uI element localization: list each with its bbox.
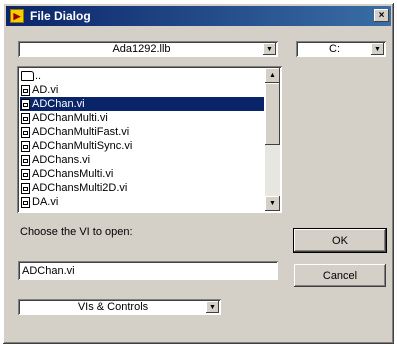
library-dropdown[interactable]: Ada1292.llb ▼ — [18, 41, 278, 57]
vi-file-icon — [21, 112, 30, 124]
list-item-label: ADChansMulti2D.vi — [32, 182, 128, 194]
chevron-down-icon[interactable]: ▼ — [206, 301, 219, 313]
vi-file-icon — [21, 182, 30, 194]
list-item-label: ADChansMulti.vi — [32, 168, 114, 180]
title-bar[interactable]: ▶ File Dialog × — [6, 6, 391, 26]
vi-file-icon — [21, 140, 30, 152]
vi-file-icon — [21, 196, 30, 208]
list-item-label: DA.vi — [32, 196, 59, 208]
chevron-down-icon[interactable]: ▼ — [371, 43, 384, 55]
vi-file-icon — [21, 154, 30, 166]
scroll-up-button[interactable]: ▲ — [265, 68, 280, 83]
list-item[interactable]: AD.vi — [20, 83, 264, 97]
scroll-thumb[interactable] — [265, 83, 280, 145]
labview-app-icon: ▶ — [10, 9, 24, 23]
file-list: .. AD.vi ADChan.vi ADChanMulti.vi ADChanMult… — [20, 69, 264, 209]
file-type-dropdown-value: VIs & Controls — [77, 301, 149, 313]
list-item[interactable]: DA.vi — [20, 195, 264, 209]
list-item[interactable]: ADChans.vi — [20, 153, 264, 167]
folder-icon — [21, 71, 34, 81]
vi-file-icon — [21, 168, 30, 180]
list-item[interactable]: ADChanMulti.vi — [20, 111, 264, 125]
close-button[interactable]: × — [374, 9, 389, 22]
list-item-label: .. — [35, 70, 42, 82]
vi-file-icon — [21, 126, 30, 138]
list-item-label: ADChanMulti.vi — [32, 112, 108, 124]
vi-file-icon — [21, 84, 30, 96]
file-type-dropdown[interactable]: VIs & Controls ▼ — [18, 299, 221, 315]
ok-button[interactable]: OK — [294, 229, 386, 252]
vertical-scrollbar[interactable]: ▲ ▼ — [265, 68, 280, 211]
cancel-button[interactable]: Cancel — [294, 264, 386, 287]
choose-prompt-label: Choose the VI to open: — [20, 226, 133, 238]
list-item[interactable]: ADChanMultiSync.vi — [20, 139, 264, 153]
list-item-label: ADChans.vi — [32, 154, 91, 166]
drive-dropdown-value: C: — [329, 43, 340, 55]
vi-file-icon — [21, 98, 30, 110]
list-item[interactable]: .. — [20, 69, 264, 83]
drive-dropdown[interactable]: C: ▼ — [296, 41, 386, 57]
list-item[interactable]: ADChan.vi — [20, 97, 264, 111]
list-item-label: ADChan.vi — [32, 98, 85, 110]
file-listbox[interactable]: .. AD.vi ADChan.vi ADChanMulti.vi ADChanMult… — [17, 66, 282, 213]
chevron-down-icon[interactable]: ▼ — [263, 43, 276, 55]
list-item[interactable]: ADChansMulti2D.vi — [20, 181, 264, 195]
list-item-label: ADChanMultiSync.vi — [32, 140, 133, 152]
window-title: File Dialog — [30, 9, 91, 23]
filename-input[interactable]: ADChan.vi — [18, 261, 278, 280]
library-dropdown-value: Ada1292.llb — [112, 43, 171, 55]
list-item-label: ADChanMultiFast.vi — [32, 126, 130, 138]
list-item[interactable]: ADChanMultiFast.vi — [20, 125, 264, 139]
list-item-label: AD.vi — [32, 84, 59, 96]
scroll-down-button[interactable]: ▼ — [265, 196, 280, 211]
list-item[interactable]: ADChansMulti.vi — [20, 167, 264, 181]
